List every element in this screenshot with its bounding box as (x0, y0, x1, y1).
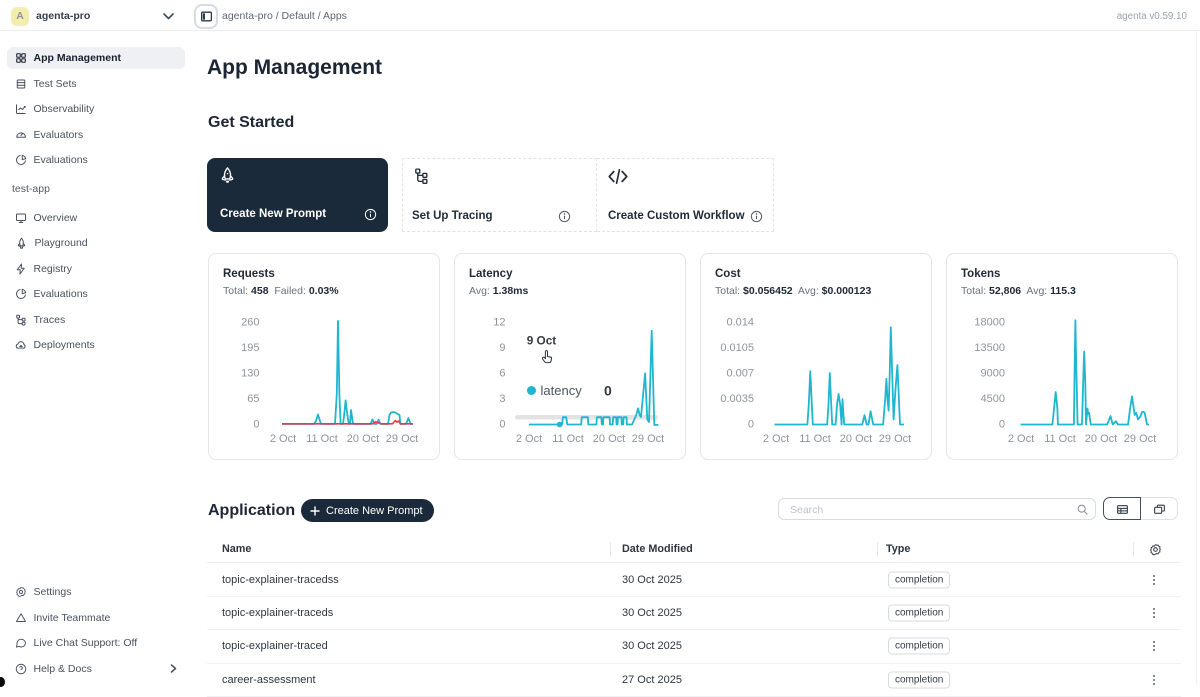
svg-text:11 Oct: 11 Oct (1044, 433, 1076, 445)
svg-text:0: 0 (748, 419, 754, 431)
svg-text:11 Oct: 11 Oct (552, 433, 584, 445)
svg-text:12: 12 (493, 317, 505, 329)
svg-text:20 Oct: 20 Oct (1085, 433, 1117, 445)
svg-text:260: 260 (241, 317, 259, 329)
svg-text:0: 0 (499, 419, 505, 431)
svg-text:0: 0 (604, 383, 612, 399)
svg-text:0.007: 0.007 (726, 368, 754, 380)
svg-text:29 Oct: 29 Oct (1124, 433, 1156, 445)
svg-text:20 Oct: 20 Oct (593, 433, 625, 445)
svg-text:latency: latency (541, 383, 583, 398)
svg-text:195: 195 (241, 342, 259, 354)
svg-text:18000: 18000 (974, 317, 1005, 329)
svg-text:2 Oct: 2 Oct (763, 433, 789, 445)
svg-text:9: 9 (499, 342, 505, 354)
svg-text:6: 6 (499, 368, 505, 380)
svg-text:65: 65 (247, 393, 259, 405)
svg-text:13500: 13500 (974, 342, 1005, 354)
svg-text:4500: 4500 (981, 393, 1005, 405)
svg-text:29 Oct: 29 Oct (632, 433, 664, 445)
svg-text:0.014: 0.014 (726, 317, 754, 329)
svg-text:20 Oct: 20 Oct (840, 433, 872, 445)
svg-text:0: 0 (999, 419, 1005, 431)
svg-text:29 Oct: 29 Oct (879, 433, 911, 445)
svg-text:130: 130 (241, 368, 259, 380)
svg-text:11 Oct: 11 Oct (799, 433, 831, 445)
svg-text:20 Oct: 20 Oct (347, 433, 379, 445)
svg-text:0.0035: 0.0035 (720, 393, 754, 405)
svg-text:0.0105: 0.0105 (720, 342, 754, 354)
svg-text:2 Oct: 2 Oct (1008, 433, 1034, 445)
svg-text:9 Oct: 9 Oct (527, 334, 557, 348)
svg-text:29 Oct: 29 Oct (386, 433, 418, 445)
svg-text:9000: 9000 (981, 368, 1005, 380)
svg-text:2 Oct: 2 Oct (516, 433, 542, 445)
svg-text:3: 3 (499, 393, 505, 405)
svg-text:2 Oct: 2 Oct (270, 433, 296, 445)
svg-text:11 Oct: 11 Oct (306, 433, 338, 445)
svg-text:0: 0 (253, 419, 259, 431)
